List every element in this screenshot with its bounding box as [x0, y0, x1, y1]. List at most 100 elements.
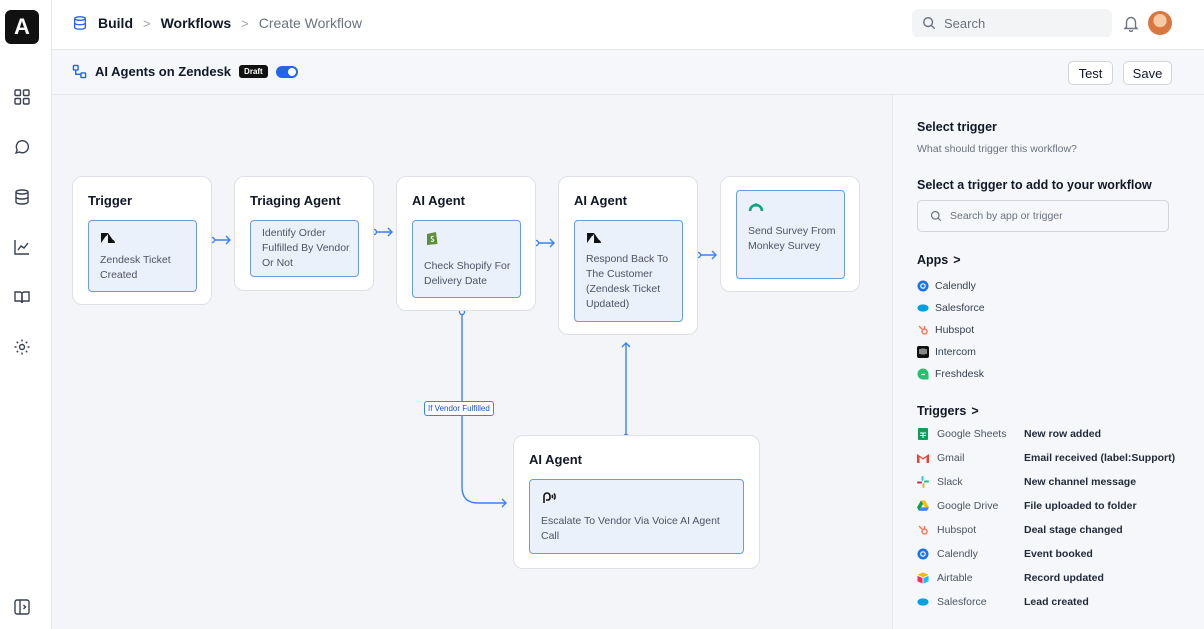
zendesk-icon [587, 233, 601, 243]
sidebar-toggle-icon[interactable] [12, 597, 32, 617]
search-icon [923, 17, 936, 30]
trigger-event-label: Email received (label:Support) [1024, 452, 1176, 464]
trigger-app-label: Google Sheets [937, 428, 1007, 440]
app-item-hubspot[interactable]: Hubspot [917, 324, 974, 336]
trigger-event-label: New channel message [1024, 476, 1137, 488]
trigger-panel: Select trigger What should trigger this … [892, 95, 1204, 629]
node-title: AI Agent [412, 193, 465, 208]
app-item-intercom[interactable]: Intercom [917, 346, 976, 358]
notification-bell-icon[interactable] [1122, 14, 1140, 32]
trigger-app-label: Gmail [937, 452, 965, 464]
workflow-title: AI Agents on Zendesk [95, 64, 232, 79]
calendly-icon [917, 280, 929, 292]
app-label: Freshdesk [935, 368, 985, 380]
node-triaging-agent[interactable]: Triaging Agent Identify Order Fulfilled … [234, 176, 374, 291]
node-text: Send Survey From Monkey Survey [748, 225, 836, 252]
zendesk-icon [101, 233, 115, 243]
app-label: Intercom [935, 346, 976, 358]
node-text: Zendesk Ticket Created [100, 254, 171, 281]
google-drive-icon [917, 500, 929, 512]
trigger-item-airtable[interactable]: Airtable Record updated [917, 572, 1187, 586]
node-ai-agent-escalate[interactable]: AI Agent Escalate To Vendor Via Voice AI… [513, 435, 760, 569]
apps-section-heading[interactable]: Apps > [917, 253, 961, 267]
node-triage-action[interactable]: Identify Order Fulfilled By Vendor Or No… [250, 220, 359, 277]
node-trigger[interactable]: Trigger Zendesk Ticket Created [72, 176, 212, 305]
node-title: AI Agent [529, 452, 582, 467]
salesforce-icon [917, 596, 929, 608]
node-title: Trigger [88, 193, 133, 208]
app-logo[interactable]: A [5, 10, 39, 44]
app-item-freshdesk[interactable]: Freshdesk [917, 368, 984, 380]
search-placeholder: Search [944, 15, 986, 31]
trigger-app-label: Hubspot [937, 524, 977, 536]
trigger-app-label: Slack [937, 476, 963, 488]
database-icon [74, 16, 86, 30]
database-icon[interactable] [12, 187, 32, 207]
breadcrumb-workflows[interactable]: Workflows [161, 15, 232, 31]
app-item-salesforce[interactable]: Salesforce [917, 302, 985, 314]
voice-agent-icon [543, 492, 556, 503]
panel-add-heading: Select a trigger to add to your workflow [917, 178, 1152, 192]
node-survey-action[interactable]: Send Survey From Monkey Survey [736, 190, 845, 279]
freshdesk-icon [917, 368, 929, 380]
node-ai-agent-respond[interactable]: AI Agent Respond Back To The Customer (Z… [558, 176, 698, 335]
status-badge: Draft [239, 65, 268, 78]
save-button[interactable]: Save [1123, 61, 1172, 85]
trigger-item-salesforce[interactable]: Salesforce Lead created [917, 596, 1187, 610]
user-avatar[interactable] [1148, 11, 1172, 35]
gmail-icon [917, 452, 929, 464]
triggers-heading-label: Triggers [917, 404, 967, 418]
apps-heading-label: Apps [917, 253, 949, 267]
dashboard-icon[interactable] [12, 87, 32, 107]
panel-subtitle: What should trigger this workflow? [917, 143, 1077, 155]
node-title: AI Agent [574, 193, 627, 208]
hubspot-icon [917, 524, 929, 536]
airtable-icon [917, 572, 929, 584]
settings-gear-icon[interactable] [12, 337, 32, 357]
chevron-right-icon: > [953, 253, 961, 267]
trigger-item-google-drive[interactable]: Google Drive File uploaded to folder [917, 500, 1187, 514]
condition-label[interactable]: If Vendor Fulfilled [424, 401, 494, 416]
node-trigger-action[interactable]: Zendesk Ticket Created [88, 220, 197, 292]
trigger-event-label: Record updated [1024, 572, 1104, 584]
trigger-item-calendly[interactable]: Calendly Event booked [917, 548, 1187, 562]
node-text: Identify Order Fulfilled By Vendor Or No… [262, 227, 350, 269]
left-rail: A [0, 0, 52, 629]
breadcrumb-build[interactable]: Build [98, 15, 133, 31]
triggers-section-heading[interactable]: Triggers > [917, 404, 979, 418]
trigger-app-label: Salesforce [937, 596, 987, 608]
shopify-icon [427, 232, 438, 245]
trigger-item-slack[interactable]: Slack New channel message [917, 476, 1187, 490]
test-button[interactable]: Test [1068, 61, 1113, 85]
top-bar: Build > Workflows > Create Workflow Sear… [52, 0, 1204, 50]
trigger-search-input[interactable]: Search by app or trigger [917, 200, 1169, 232]
global-search-input[interactable]: Search [912, 9, 1112, 37]
node-ai-agent-shopify[interactable]: AI Agent Check Shopify For Delivery Date [396, 176, 536, 311]
breadcrumb-create-workflow: Create Workflow [258, 15, 362, 31]
trigger-event-label: New row added [1024, 428, 1102, 440]
panel-title: Select trigger [917, 120, 997, 134]
node-respond-action[interactable]: Respond Back To The Customer (Zendesk Ti… [574, 220, 683, 322]
node-title: Triaging Agent [250, 193, 341, 208]
node-send-survey[interactable]: Send Survey From Monkey Survey [720, 176, 860, 292]
app-item-calendly[interactable]: Calendly [917, 280, 976, 292]
app-label: Salesforce [935, 302, 985, 314]
workflow-active-toggle[interactable] [275, 65, 298, 78]
trigger-item-gmail[interactable]: Gmail Email received (label:Support) [917, 452, 1187, 466]
trigger-item-google-sheets[interactable]: Google Sheets New row added [917, 428, 1187, 442]
salesforce-icon [917, 302, 929, 314]
surveymonkey-icon [748, 203, 764, 212]
trigger-item-hubspot[interactable]: Hubspot Deal stage changed [917, 524, 1187, 538]
node-text: Check Shopify For Delivery Date [424, 260, 511, 287]
node-text: Respond Back To The Customer (Zendesk Ti… [586, 253, 669, 310]
analytics-icon[interactable] [12, 237, 32, 257]
workflow-header: AI Agents on Zendesk Draft Test Save [52, 50, 1204, 95]
book-icon[interactable] [12, 287, 32, 307]
workflow-canvas[interactable]: Trigger Zendesk Ticket Created Triaging … [52, 95, 892, 629]
google-sheets-icon [917, 428, 929, 440]
workflow-icon [72, 64, 87, 79]
chat-icon[interactable] [12, 137, 32, 157]
node-escalate-action[interactable]: Escalate To Vendor Via Voice AI Agent Ca… [529, 479, 744, 554]
node-shopify-action[interactable]: Check Shopify For Delivery Date [412, 220, 521, 298]
intercom-icon [917, 346, 929, 358]
